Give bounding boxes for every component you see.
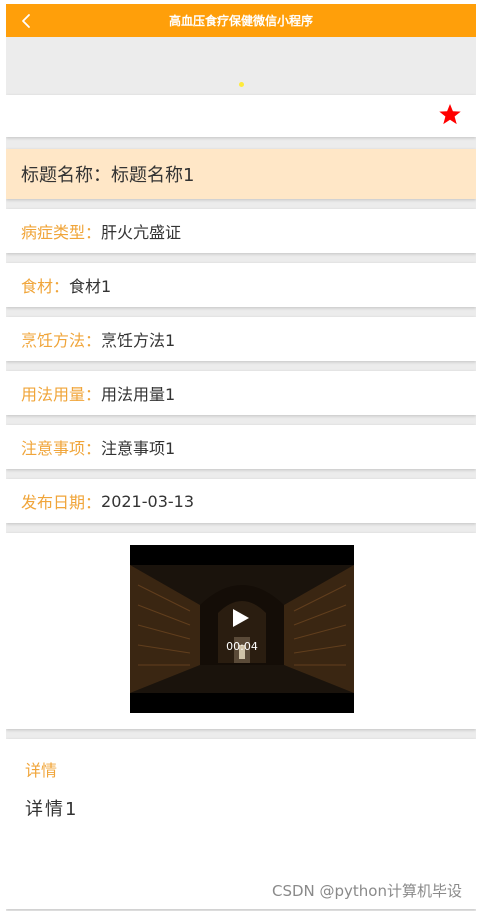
page-title: 高血压食疗保健微信小程序 (168, 14, 313, 28)
video-section: 00:04 (6, 533, 476, 729)
play-icon[interactable] (231, 607, 251, 629)
field-value: 食材1 (69, 277, 112, 296)
app-window: 高血压食疗保健微信小程序 标题名称： 标题名称1 病症类型： 肝火亢盛证 食材：… (6, 4, 476, 911)
field-label: 注意事项： (21, 439, 102, 458)
field-label: 用法用量： (21, 385, 102, 404)
carousel-dot[interactable] (238, 82, 244, 87)
chevron-left-icon (22, 13, 30, 28)
star-icon[interactable] (438, 103, 462, 126)
field-label: 食材： (21, 277, 70, 296)
title-value: 标题名称1 (111, 165, 195, 186)
favorite-row (6, 95, 476, 137)
detail-body: 详情1 (25, 799, 79, 820)
field-ingredients: 食材： 食材1 (6, 263, 476, 307)
field-value: 注意事项1 (101, 439, 176, 458)
back-button[interactable] (12, 4, 40, 37)
field-value: 用法用量1 (101, 385, 176, 404)
field-label: 发布日期： (21, 493, 102, 512)
field-publish-date: 发布日期： 2021-03-13 (6, 479, 476, 523)
video-duration: 00:04 (226, 640, 258, 653)
field-value: 烹饪方法1 (101, 331, 176, 350)
carousel-indicators (6, 82, 476, 87)
title-label: 标题名称： (21, 165, 111, 186)
field-label: 病症类型： (21, 223, 102, 242)
video-thumbnail (130, 545, 354, 713)
field-cooking-method: 烹饪方法： 烹饪方法1 (6, 317, 476, 361)
field-precautions: 注意事项： 注意事项1 (6, 425, 476, 469)
field-dosage: 用法用量： 用法用量1 (6, 371, 476, 415)
watermark: CSDN @python计算机毕设 (271, 882, 462, 900)
field-value: 2021-03-13 (101, 491, 194, 511)
detail-title: 详情 (25, 761, 58, 780)
video-player[interactable]: 00:04 (130, 545, 354, 713)
banner-carousel[interactable] (6, 37, 476, 93)
title-row: 标题名称： 标题名称1 (6, 149, 476, 199)
field-value: 肝火亢盛证 (101, 223, 182, 242)
field-label: 烹饪方法： (21, 331, 102, 350)
field-disease-type: 病症类型： 肝火亢盛证 (6, 209, 476, 253)
title-bar: 高血压食疗保健微信小程序 (6, 4, 476, 37)
